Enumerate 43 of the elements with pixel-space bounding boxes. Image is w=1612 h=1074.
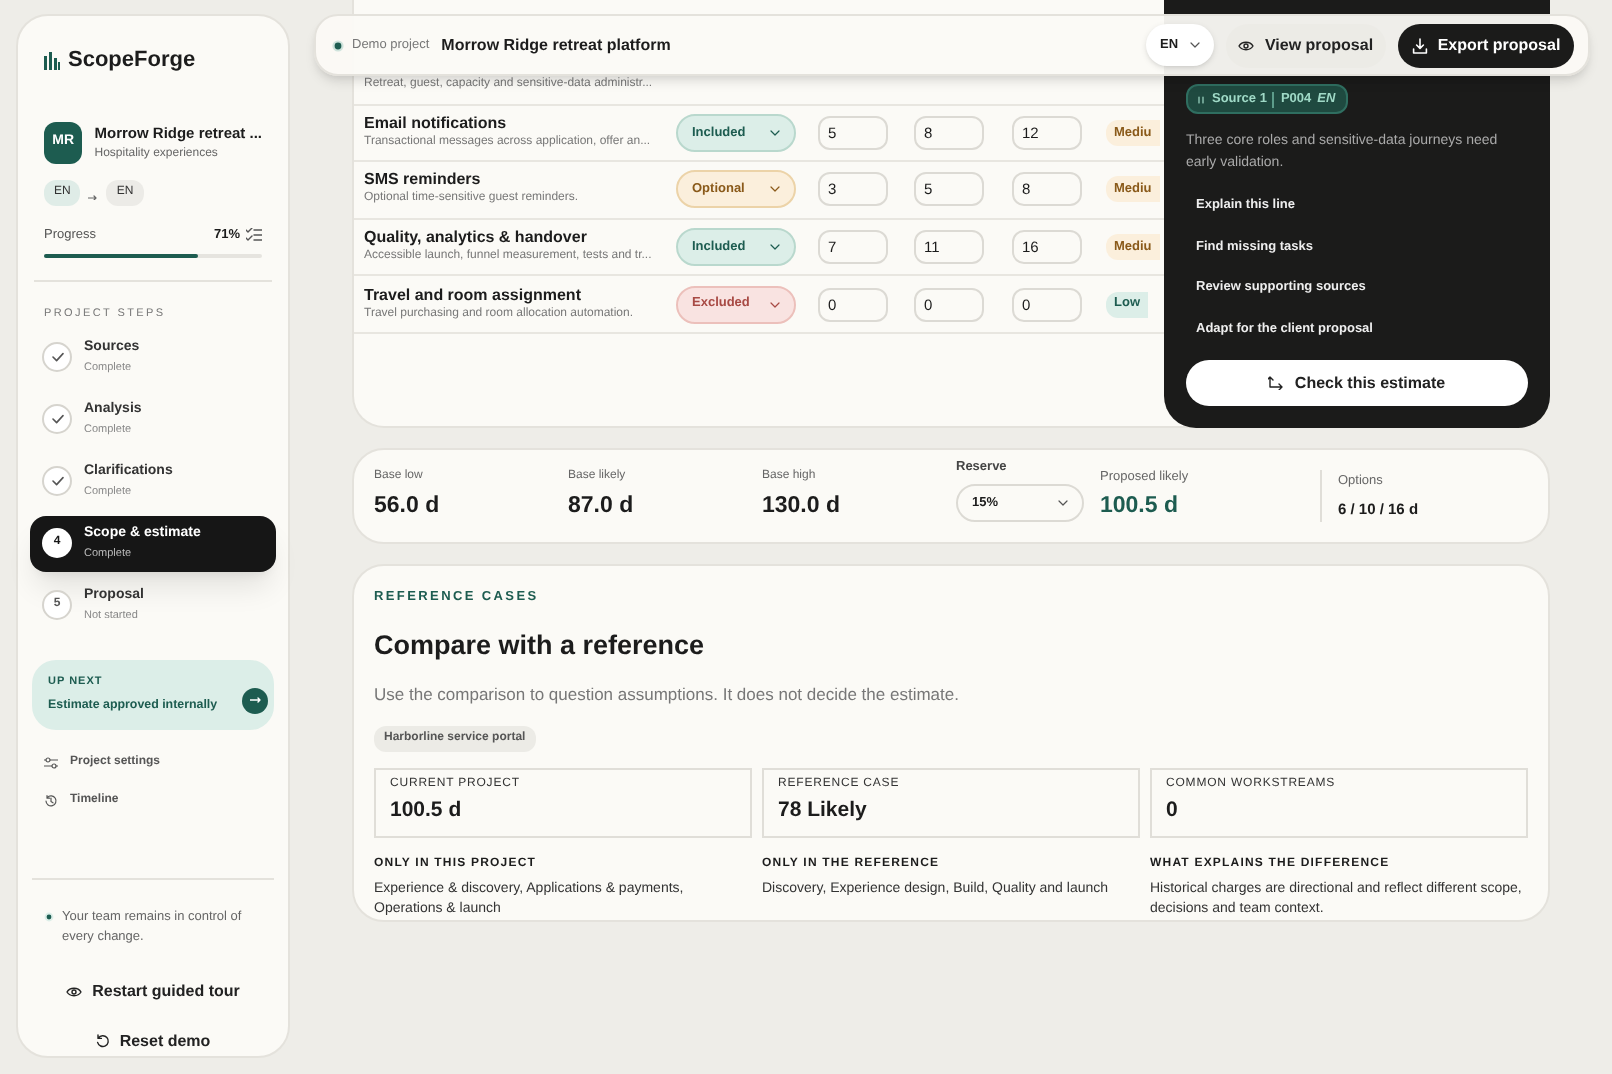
chevron-down-icon xyxy=(770,244,780,251)
section-title: Compare with a reference xyxy=(374,627,707,664)
sidebar-button[interactable]: Restart guided tour xyxy=(60,977,246,1006)
metric-value: 56.0 d xyxy=(374,491,442,522)
metric-value: 87.0 d xyxy=(568,491,636,522)
arrow-button[interactable] xyxy=(242,687,268,714)
view-button[interactable]: View proposal xyxy=(1226,23,1386,67)
chevron-down-icon xyxy=(770,129,780,136)
chevron-down-icon xyxy=(770,186,780,193)
bar-chart-icon xyxy=(44,51,60,70)
sliders-icon xyxy=(44,755,58,770)
section-description: Use the comparison to question assumptions. It does not decide the estimate. xyxy=(374,682,961,708)
swap-icon xyxy=(1268,376,1285,390)
stat-value: 0 xyxy=(1166,796,1180,827)
eye-icon xyxy=(66,985,83,998)
metric-value: 130.0 d xyxy=(762,491,842,522)
status-dot-icon xyxy=(332,39,344,51)
row-title: Quality, analytics & handover xyxy=(364,228,589,249)
header-title: Morrow Ridge retreat platform xyxy=(441,33,671,57)
check-estimate-button[interactable]: Check this estimate xyxy=(1186,360,1528,406)
arrow-icon xyxy=(249,696,261,705)
history-icon xyxy=(44,793,58,808)
check-icon xyxy=(51,414,63,425)
row-title: Travel and room assignment xyxy=(364,285,583,306)
brand-name: ScopeForge xyxy=(68,46,196,76)
sidebar-button[interactable]: Reset demo xyxy=(89,1027,217,1056)
download-icon xyxy=(1411,37,1428,53)
row-title: SMS reminders xyxy=(364,170,483,191)
export-button[interactable]: Export proposal xyxy=(1398,23,1574,67)
chevron-down-icon xyxy=(1058,499,1068,506)
arrow-icon xyxy=(88,193,99,200)
stat-value: 100.5 d xyxy=(390,796,464,827)
check-icon xyxy=(51,476,63,487)
reset-icon xyxy=(95,1034,110,1049)
checklist-icon xyxy=(246,228,262,243)
eye-icon xyxy=(1238,39,1255,51)
row-title: Email notifications xyxy=(364,113,509,134)
chevron-down-icon xyxy=(1190,42,1200,48)
stat-value: 78 Likely xyxy=(778,796,869,827)
check-icon xyxy=(51,352,63,363)
chevron-down-icon xyxy=(770,301,780,308)
metric-value: 100.5 d xyxy=(1100,492,1180,523)
status-dot-icon xyxy=(44,911,54,922)
